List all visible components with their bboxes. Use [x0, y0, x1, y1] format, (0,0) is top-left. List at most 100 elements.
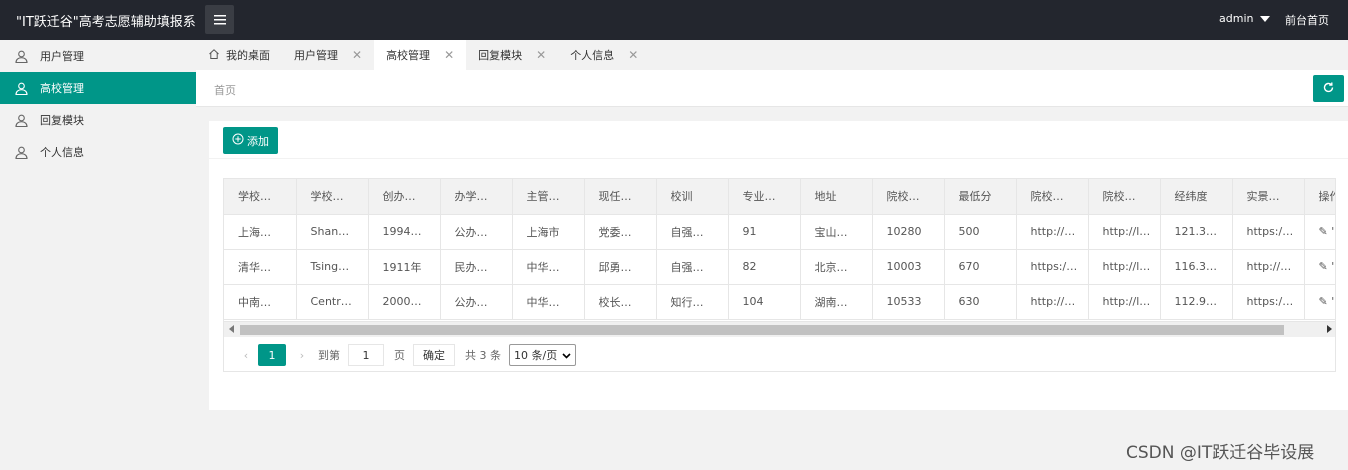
prev-page-icon[interactable]: ‹: [236, 349, 256, 362]
table-cell: 校长…: [584, 284, 657, 320]
page-unit-label: 页: [394, 349, 405, 362]
column-header[interactable]: 主管…: [512, 179, 585, 215]
user-icon: [15, 82, 28, 95]
table-cell: 670: [944, 249, 1017, 285]
goto-page-input[interactable]: 1: [348, 344, 384, 366]
column-header[interactable]: 专业…: [728, 179, 801, 215]
column-header[interactable]: 院校…: [872, 179, 945, 215]
current-page[interactable]: 1: [258, 344, 286, 366]
table-cell: 邱勇…: [584, 249, 657, 285]
table-cell: 北京…: [800, 249, 873, 285]
sidebar-item-label: 回复模块: [40, 114, 84, 127]
page-size-select[interactable]: 10 条/页: [509, 344, 577, 366]
table-cell: http://…: [1232, 249, 1305, 285]
table-cell: 上海…: [224, 214, 297, 250]
home-icon: [208, 48, 220, 63]
column-header[interactable]: 创办…: [368, 179, 441, 215]
menu-toggle-button[interactable]: [205, 5, 234, 34]
sidebar-item-users[interactable]: 用户管理: [0, 40, 196, 72]
table-cell: 湖南…: [800, 284, 873, 320]
caret-down-icon: [1260, 15, 1271, 22]
breadcrumb-bar: 首页: [196, 70, 1348, 107]
horizontal-scrollbar[interactable]: [224, 321, 1335, 337]
table-cell: 中华…: [512, 249, 585, 285]
column-header[interactable]: 地址: [800, 179, 873, 215]
close-icon[interactable]: ✕: [536, 48, 546, 62]
edit-action[interactable]: ✎ ': [1304, 214, 1335, 250]
add-button[interactable]: 添加: [223, 127, 278, 154]
table-cell: 116.3…: [1160, 249, 1233, 285]
top-bar: "IT跃迁谷"高考志愿辅助填报系 admin 前台首页: [0, 0, 1348, 40]
column-header[interactable]: 现任…: [584, 179, 657, 215]
refresh-icon: [1322, 81, 1335, 97]
column-header[interactable]: 实景…: [1232, 179, 1305, 215]
edit-action[interactable]: ✎ ': [1304, 249, 1335, 285]
tab-replies[interactable]: 回复模块 ✕: [466, 40, 558, 70]
close-icon[interactable]: ✕: [352, 48, 362, 62]
column-header[interactable]: 办学…: [440, 179, 513, 215]
table-cell: http://l…: [1088, 214, 1161, 250]
chevron-down-icon: [562, 349, 571, 362]
table-cell: http://…: [1016, 284, 1089, 320]
edit-action[interactable]: ✎ ': [1304, 284, 1335, 320]
table-cell: 宝山…: [800, 214, 873, 250]
next-page-icon[interactable]: ›: [292, 349, 312, 362]
confirm-button[interactable]: 确定: [413, 344, 455, 366]
close-icon[interactable]: ✕: [444, 48, 454, 62]
sidebar-item-replies[interactable]: 回复模块: [0, 104, 196, 136]
table-cell: 民办…: [440, 249, 513, 285]
table-cell: http://l…: [1088, 249, 1161, 285]
table-cell: 自强…: [656, 214, 729, 250]
plus-circle-icon: [232, 133, 244, 148]
column-header[interactable]: 最低分: [944, 179, 1017, 215]
table-cell: 自强…: [656, 249, 729, 285]
school-list-card: 添加 学校… 学校… 创办… 办学… 主管… 现任… 校训 专业… 地址 院校……: [209, 121, 1348, 410]
table-cell: 上海市: [512, 214, 585, 250]
menu-icon: [213, 14, 226, 25]
sidebar-item-profile[interactable]: 个人信息: [0, 136, 196, 168]
front-home-link[interactable]: 前台首页: [1285, 12, 1329, 28]
table-cell: 112.9…: [1160, 284, 1233, 320]
column-header[interactable]: 院校…: [1016, 179, 1089, 215]
table-cell: 公办…: [440, 214, 513, 250]
table-cell: 10533: [872, 284, 945, 320]
sidebar-item-schools[interactable]: 高校管理: [0, 72, 196, 104]
sidebar-item-label: 个人信息: [40, 146, 84, 159]
tab-label: 个人信息: [570, 49, 615, 62]
table-cell: http://l…: [1088, 284, 1161, 320]
table-cell: 知行…: [656, 284, 729, 320]
breadcrumb[interactable]: 首页: [214, 82, 236, 98]
tab-users[interactable]: 用户管理 ✕: [282, 40, 374, 70]
column-header[interactable]: 经纬度: [1160, 179, 1233, 215]
table-cell: 500: [944, 214, 1017, 250]
card-toolbar: 添加: [209, 121, 1348, 159]
user-icon: [15, 146, 28, 159]
school-table: 学校… 学校… 创办… 办学… 主管… 现任… 校训 专业… 地址 院校… 最低…: [223, 178, 1336, 372]
table-cell: 清华…: [224, 249, 297, 285]
table-cell: 1994…: [368, 214, 441, 250]
tab-schools[interactable]: 高校管理 ✕: [374, 40, 467, 70]
scroll-right-icon[interactable]: [1327, 325, 1332, 333]
scroll-thumb[interactable]: [240, 325, 1284, 335]
column-header[interactable]: 学校…: [296, 179, 369, 215]
table-cell: 10003: [872, 249, 945, 285]
table-cell: 121.3…: [1160, 214, 1233, 250]
table-cell: 630: [944, 284, 1017, 320]
tab-label: 回复模块: [478, 49, 523, 62]
column-header[interactable]: 校训: [656, 179, 729, 215]
goto-label: 到第: [318, 349, 340, 362]
user-menu[interactable]: admin: [1219, 12, 1271, 25]
scroll-left-icon[interactable]: [229, 325, 234, 333]
column-header[interactable]: 学校…: [224, 179, 297, 215]
tab-desktop[interactable]: 我的桌面: [196, 40, 282, 70]
refresh-button[interactable]: [1313, 75, 1344, 102]
column-header[interactable]: 院校…: [1088, 179, 1161, 215]
tab-label: 高校管理: [386, 49, 431, 62]
tab-profile[interactable]: 个人信息 ✕: [558, 40, 650, 70]
user-icon: [15, 114, 28, 127]
table-cell: 公办…: [440, 284, 513, 320]
close-icon[interactable]: ✕: [628, 48, 638, 62]
watermark: CSDN @IT跃迁谷毕设展: [1126, 443, 1315, 463]
total-count: 共 3 条: [465, 349, 501, 362]
table-row: 上海… Shan… 1994… 公办… 上海市 党委… 自强… 91 宝山… 1…: [224, 214, 1335, 250]
